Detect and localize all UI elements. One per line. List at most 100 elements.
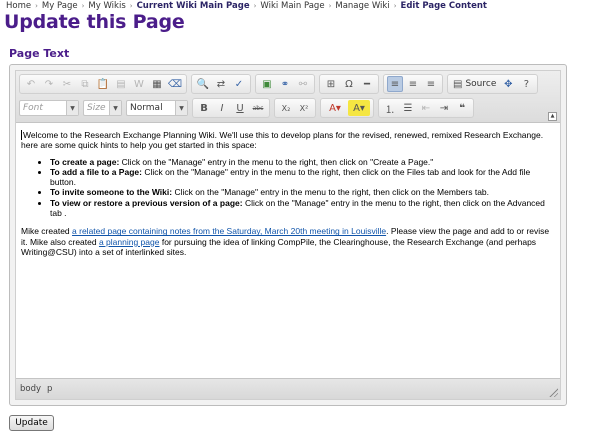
find-icon[interactable]: 🔍	[195, 76, 211, 92]
eraser-icon[interactable]: ⌫	[167, 76, 183, 92]
source-button[interactable]: ▤ Source	[450, 76, 499, 92]
breadcrumb: Home › My Page › My Wikis › Current Wiki Main …	[6, 1, 487, 11]
print-icon[interactable]: ▦	[149, 76, 165, 92]
page-title: Update this Page	[4, 11, 185, 33]
toolbar-row-2: Font ▼ Size ▼ Normal ▼ B I U abc X₂ X² A…	[19, 98, 478, 118]
chevron-down-icon: ▼	[66, 101, 78, 115]
list-item: To invite someone to the Wiki: Click on …	[50, 187, 554, 197]
bold-button[interactable]: B	[196, 100, 212, 116]
paste-text-icon[interactable]: ▤	[113, 76, 129, 92]
breadcrumb-separator: ›	[129, 2, 133, 10]
underline-label: U	[236, 102, 244, 114]
link-icon[interactable]: ⚭	[277, 76, 293, 92]
rich-text-editor: ↶ ↷ ✂ ⧉ 📋 ▤ W ▦ ⌫ 🔍 ⇄ ✓ ▣ ⚭ ⚯ ⊞ Ω ━ ≡ ≡ …	[9, 64, 567, 406]
size-select[interactable]: Size ▼	[83, 100, 122, 116]
chevron-down-icon: ▼	[109, 101, 121, 115]
editor-frame: ↶ ↷ ✂ ⧉ 📋 ▤ W ▦ ⌫ 🔍 ⇄ ✓ ▣ ⚭ ⚯ ⊞ Ω ━ ≡ ≡ …	[15, 70, 561, 400]
breadcrumb-my-wikis[interactable]: My Wikis	[88, 1, 125, 11]
outdent-icon[interactable]: ⇤	[418, 100, 434, 116]
list-item: To add a file to a Page: Click on the "M…	[50, 167, 554, 188]
help-icon[interactable]: ?	[518, 76, 534, 92]
chevron-down-icon: ▼	[175, 101, 187, 115]
paste-word-icon[interactable]: W	[131, 76, 147, 92]
font-select[interactable]: Font ▼	[19, 100, 79, 116]
update-button[interactable]: Update	[9, 415, 54, 431]
breadcrumb-separator: ›	[328, 2, 332, 10]
underline-button[interactable]: U	[232, 100, 248, 116]
breadcrumb-separator: ›	[81, 2, 85, 10]
breadcrumb-manage-wiki[interactable]: Manage Wiki	[335, 1, 389, 11]
bg-color-icon[interactable]: A▾	[348, 100, 370, 116]
horizontal-rule-icon[interactable]: ━	[359, 76, 375, 92]
undo-icon[interactable]: ↶	[23, 76, 39, 92]
links-paragraph: Mike created a related page containing n…	[21, 226, 554, 257]
editor-toolbar: ↶ ↷ ✂ ⧉ 📋 ▤ W ▦ ⌫ 🔍 ⇄ ✓ ▣ ⚭ ⚯ ⊞ Ω ━ ≡ ≡ …	[16, 71, 560, 123]
copy-icon[interactable]: ⧉	[77, 76, 93, 92]
strikethrough-button[interactable]: abc	[250, 100, 266, 116]
spellcheck-icon[interactable]: ✓	[231, 76, 247, 92]
special-char-icon[interactable]: Ω	[341, 76, 357, 92]
italic-button[interactable]: I	[214, 100, 230, 116]
breadcrumb-my-page[interactable]: My Page	[42, 1, 78, 11]
redo-icon[interactable]: ↷	[41, 76, 57, 92]
intro-line-2: here are some quick hints to help you ge…	[21, 140, 257, 151]
cut-icon[interactable]: ✂	[59, 76, 75, 92]
breadcrumb-edit-page-content: Edit Page Content	[400, 1, 487, 11]
bold-label: B	[200, 102, 208, 114]
align-right-icon[interactable]: ≡	[423, 76, 439, 92]
text-color-icon[interactable]: A▾	[324, 100, 346, 116]
align-center-icon[interactable]: ≡	[405, 76, 421, 92]
element-path-body[interactable]: body	[20, 384, 41, 394]
toolbar-group-objects: ⊞ Ω ━	[319, 74, 379, 94]
blockquote-button[interactable]: ❝	[454, 100, 470, 116]
breadcrumb-wiki-main-page[interactable]: Wiki Main Page	[260, 1, 324, 11]
intro-paragraph: Welcome to the Research Exchange Plannin…	[21, 130, 554, 151]
format-select[interactable]: Normal ▼	[126, 100, 188, 116]
editor-status-bar: body p	[16, 379, 560, 399]
subscript-button[interactable]: X₂	[278, 100, 294, 116]
source-label: Source	[465, 79, 497, 89]
font-select-label: Font	[23, 103, 43, 113]
source-icon: ▤	[453, 78, 463, 90]
hint-title: To view or restore a previous version of…	[50, 197, 243, 208]
breadcrumb-separator: ›	[35, 2, 38, 10]
breadcrumb-current-wiki-main-page[interactable]: Current Wiki Main Page	[137, 1, 250, 11]
hints-list: To create a page: Click on the "Manage" …	[21, 157, 554, 219]
toolbar-group-clipboard: ↶ ↷ ✂ ⧉ 📋 ▤ W ▦ ⌫	[19, 74, 187, 94]
unlink-icon[interactable]: ⚯	[295, 76, 311, 92]
resize-handle-icon[interactable]	[548, 387, 558, 397]
format-select-label: Normal	[130, 103, 163, 113]
replace-icon[interactable]: ⇄	[213, 76, 229, 92]
bulleted-list-icon[interactable]: ☰	[400, 100, 416, 116]
breadcrumb-separator: ›	[253, 2, 257, 10]
intro-line-1: Welcome to the Research Exchange Plannin…	[23, 130, 544, 140]
image-icon[interactable]: ▣	[259, 76, 275, 92]
collapse-toolbar-icon[interactable]: ▲	[548, 112, 557, 121]
planning-page-link[interactable]: a planning page	[99, 237, 160, 247]
superscript-button[interactable]: X²	[296, 100, 312, 116]
hint-title: To invite someone to the Wiki:	[50, 187, 173, 198]
list-item: To view or restore a previous version of…	[50, 198, 554, 219]
hint-title: To add a file to a Page:	[50, 166, 142, 177]
toolbar-row-1: ↶ ↷ ✂ ⧉ 📋 ▤ W ▦ ⌫ 🔍 ⇄ ✓ ▣ ⚭ ⚯ ⊞ Ω ━ ≡ ≡ …	[19, 74, 542, 94]
editor-content[interactable]: Welcome to the Research Exchange Plannin…	[16, 123, 560, 379]
list-item: To create a page: Click on the "Manage" …	[50, 157, 554, 167]
related-page-link[interactable]: a related page containing notes from the…	[72, 226, 386, 236]
table-icon[interactable]: ⊞	[323, 76, 339, 92]
maximize-icon[interactable]: ✥	[500, 76, 516, 92]
toolbar-group-source: ▤ Source ✥ ?	[447, 74, 539, 94]
align-left-icon[interactable]: ≡	[387, 76, 403, 92]
toolbar-group-color: A▾ A▾	[320, 98, 374, 118]
toolbar-group-lists: ⒈ ☰ ⇤ ⇥ ❝	[378, 98, 474, 118]
toolbar-group-script: X₂ X²	[274, 98, 316, 118]
indent-icon[interactable]: ⇥	[436, 100, 452, 116]
toolbar-group-style: B I U abc	[192, 98, 270, 118]
size-select-label: Size	[87, 103, 106, 113]
breadcrumb-home[interactable]: Home	[6, 1, 31, 11]
breadcrumb-separator: ›	[393, 2, 397, 10]
paste-icon[interactable]: 📋	[95, 76, 111, 92]
para-text: Mike created	[21, 226, 73, 237]
element-path-p[interactable]: p	[47, 384, 52, 394]
hint-title: To create a page:	[50, 156, 120, 167]
numbered-list-icon[interactable]: ⒈	[382, 100, 398, 116]
